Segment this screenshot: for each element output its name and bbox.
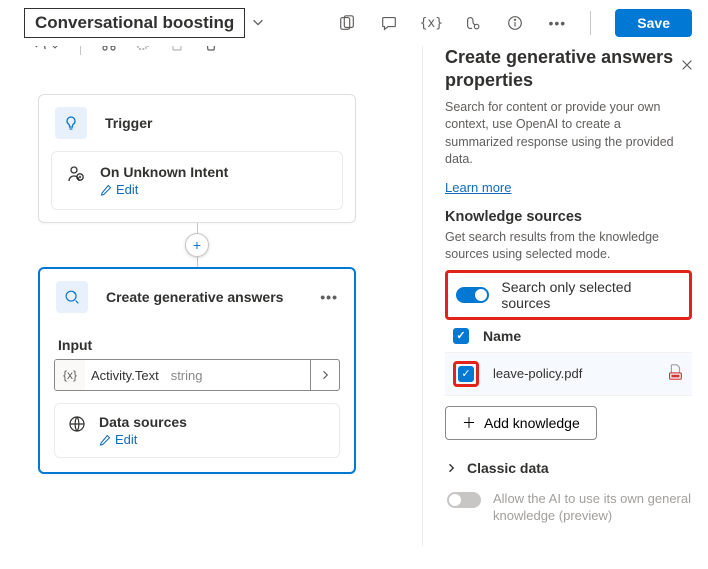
input-expression-field[interactable]: {x} Activity.Text string [54, 359, 340, 391]
sparkle-search-icon [56, 281, 88, 313]
search-selected-toggle[interactable] [456, 287, 489, 303]
highlight-search-toggle: Search only selected sources [445, 270, 692, 320]
knowledge-sources-desc: Get search results from the knowledge so… [445, 229, 692, 264]
close-icon[interactable] [680, 58, 694, 75]
trigger-edit-link[interactable]: Edit [100, 182, 228, 197]
add-node-button[interactable]: + [185, 233, 209, 257]
topic-title: Conversational boosting [35, 13, 234, 33]
data-sources-title: Data sources [99, 414, 187, 430]
globe-icon [67, 414, 87, 447]
more-icon[interactable]: ••• [548, 14, 566, 32]
trigger-event-card[interactable]: On Unknown Intent Edit [51, 151, 343, 210]
cut-icon[interactable] [101, 46, 117, 55]
learn-more-link[interactable]: Learn more [445, 180, 511, 195]
add-knowledge-button[interactable]: ＋ Add knowledge [445, 406, 597, 440]
node-menu-icon[interactable]: ••• [320, 289, 338, 305]
person-icon [66, 164, 88, 187]
comment-icon[interactable] [380, 14, 398, 32]
select-all-checkbox[interactable]: ✓ [453, 328, 469, 344]
node-title: Create generative answers [106, 289, 283, 305]
copy-icon[interactable] [135, 46, 151, 55]
analytics-icon[interactable] [464, 14, 482, 32]
variable-icon[interactable]: {x} [422, 14, 440, 32]
panel-title: Create generative answers properties [445, 46, 692, 93]
info-icon[interactable] [506, 14, 524, 32]
chevron-right-icon[interactable] [310, 360, 339, 390]
ai-own-toggle [447, 492, 481, 508]
separator [590, 11, 591, 35]
data-sources-card[interactable]: Data sources Edit [54, 403, 340, 458]
panel-description: Search for content or provide your own c… [445, 99, 692, 169]
separator [80, 46, 81, 55]
column-name: Name [483, 328, 521, 344]
classic-data-section[interactable]: Classic data [445, 460, 692, 476]
plus-icon: ＋ [462, 413, 476, 433]
data-sources-edit-link[interactable]: Edit [99, 432, 187, 447]
save-button[interactable]: Save [615, 9, 692, 37]
chevron-down-icon[interactable] [251, 15, 265, 32]
paste-icon[interactable] [169, 46, 185, 55]
source-filename: leave-policy.pdf [493, 366, 582, 381]
trigger-node[interactable]: Trigger On Unknown Intent Edit [38, 94, 356, 223]
ai-own-knowledge-row: Allow the AI to use its own general know… [445, 490, 692, 525]
toggle-label: Search only selected sources [501, 279, 681, 311]
trigger-event-name: On Unknown Intent [100, 164, 228, 180]
highlight-row-checkbox: ✓ [453, 361, 479, 387]
sources-table-header: ✓ Name [445, 320, 692, 352]
variable-icon: {x} [55, 360, 85, 390]
topic-title-dropdown[interactable]: Conversational boosting [24, 8, 245, 38]
pdf-file-icon [666, 363, 684, 384]
delete-icon[interactable] [203, 46, 219, 55]
input-section-label: Input [58, 337, 340, 353]
bulb-icon [55, 107, 87, 139]
authoring-canvas: Trigger On Unknown Intent Edit + [0, 46, 380, 546]
generative-answers-node[interactable]: Create generative answers ••• Input {x} … [38, 267, 356, 474]
knowledge-sources-heading: Knowledge sources [445, 209, 692, 225]
undo-button[interactable] [32, 46, 60, 54]
source-row[interactable]: ✓ leave-policy.pdf [445, 352, 692, 396]
trigger-title: Trigger [105, 115, 152, 131]
properties-panel: Create generative answers properties Sea… [422, 46, 708, 546]
copilot-icon[interactable] [338, 14, 356, 32]
source-checkbox[interactable]: ✓ [458, 366, 474, 382]
